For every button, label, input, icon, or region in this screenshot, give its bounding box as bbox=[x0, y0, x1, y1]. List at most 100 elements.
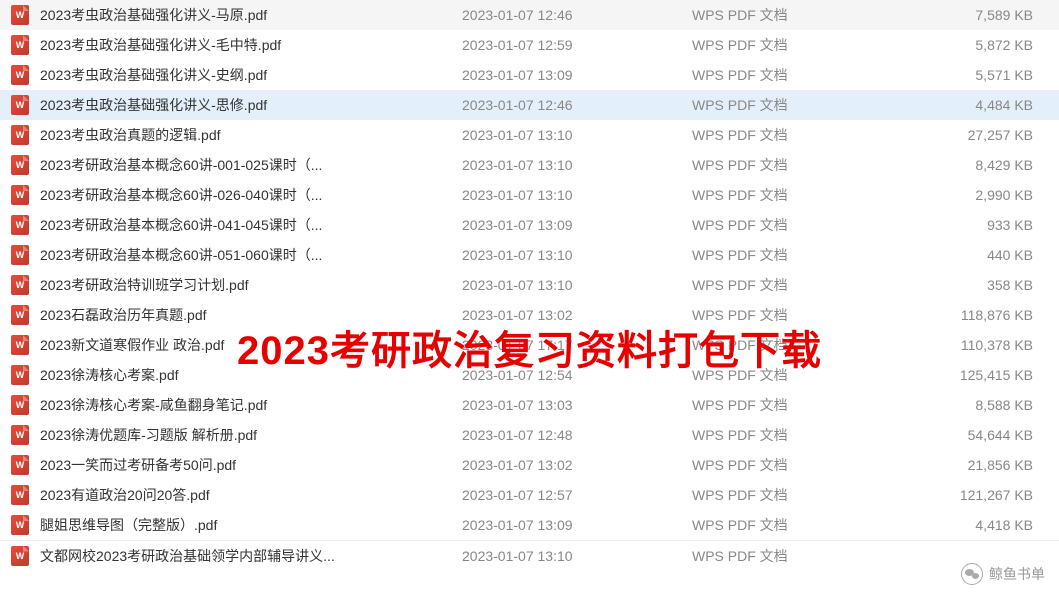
file-row[interactable]: 2023考虫政治真题的逻辑.pdf2023-01-07 13:10WPS PDF… bbox=[0, 120, 1059, 150]
file-date: 2023-01-07 13:09 bbox=[462, 67, 692, 83]
file-type: WPS PDF 文档 bbox=[692, 185, 892, 205]
pdf-icon bbox=[11, 395, 29, 415]
file-row[interactable]: 2023考研政治基本概念60讲-001-025课时（...2023-01-07 … bbox=[0, 150, 1059, 180]
file-row[interactable]: 腿姐思维导图（完整版）.pdf2023-01-07 13:09WPS PDF 文… bbox=[0, 510, 1059, 540]
file-size: 2,990 KB bbox=[892, 187, 1051, 203]
file-row[interactable]: 2023一笑而过考研备考50问.pdf2023-01-07 13:02WPS P… bbox=[0, 450, 1059, 480]
file-size: 7,589 KB bbox=[892, 7, 1051, 23]
file-name: 2023有道政治20问20答.pdf bbox=[32, 485, 462, 505]
file-row[interactable]: 2023考虫政治基础强化讲义-史纲.pdf2023-01-07 13:09WPS… bbox=[0, 60, 1059, 90]
file-size: 933 KB bbox=[892, 217, 1051, 233]
file-size: 5,872 KB bbox=[892, 37, 1051, 53]
pdf-icon bbox=[11, 335, 29, 355]
file-name: 2023石磊政治历年真题.pdf bbox=[32, 305, 462, 325]
file-icon-cell bbox=[8, 365, 32, 385]
file-icon-cell bbox=[8, 485, 32, 505]
pdf-icon bbox=[11, 245, 29, 265]
file-icon-cell bbox=[8, 155, 32, 175]
file-date: 2023-01-07 12:57 bbox=[462, 487, 692, 503]
file-type: WPS PDF 文档 bbox=[692, 5, 892, 25]
file-row[interactable]: 2023徐涛优题库-习题版 解析册.pdf2023-01-07 12:48WPS… bbox=[0, 420, 1059, 450]
file-date: 2023-01-07 13:09 bbox=[462, 517, 692, 533]
file-type: WPS PDF 文档 bbox=[692, 35, 892, 55]
file-name: 2023徐涛优题库-习题版 解析册.pdf bbox=[32, 425, 462, 445]
file-row[interactable]: 2023考虫政治基础强化讲义-思修.pdf2023-01-07 12:46WPS… bbox=[0, 90, 1059, 120]
file-icon-cell bbox=[8, 395, 32, 415]
file-size: 21,856 KB bbox=[892, 457, 1051, 473]
file-date: 2023-01-07 13:10 bbox=[462, 187, 692, 203]
file-name: 2023考研政治基本概念60讲-041-045课时（... bbox=[32, 215, 462, 235]
file-size: 121,267 KB bbox=[892, 487, 1051, 503]
file-type: WPS PDF 文档 bbox=[692, 335, 892, 355]
file-name: 2023考虫政治真题的逻辑.pdf bbox=[32, 125, 462, 145]
file-type: WPS PDF 文档 bbox=[692, 215, 892, 235]
file-icon-cell bbox=[8, 35, 32, 55]
file-type: WPS PDF 文档 bbox=[692, 95, 892, 115]
file-row[interactable]: 文都网校2023考研政治基础领学内部辅导讲义...2023-01-07 13:1… bbox=[0, 540, 1059, 570]
file-name: 2023一笑而过考研备考50问.pdf bbox=[32, 455, 462, 475]
file-icon-cell bbox=[8, 125, 32, 145]
file-row[interactable]: 2023考研政治基本概念60讲-041-045课时（...2023-01-07 … bbox=[0, 210, 1059, 240]
file-row[interactable]: 2023徐涛核心考案.pdf2023-01-07 12:54WPS PDF 文档… bbox=[0, 360, 1059, 390]
file-size: 8,588 KB bbox=[892, 397, 1051, 413]
file-date: 2023-01-07 13:02 bbox=[462, 457, 692, 473]
file-date: 2023-01-07 12:46 bbox=[462, 7, 692, 23]
file-icon-cell bbox=[8, 95, 32, 115]
file-row[interactable]: 2023徐涛核心考案-咸鱼翻身笔记.pdf2023-01-07 13:03WPS… bbox=[0, 390, 1059, 420]
file-type: WPS PDF 文档 bbox=[692, 275, 892, 295]
file-type: WPS PDF 文档 bbox=[692, 485, 892, 505]
file-type: WPS PDF 文档 bbox=[692, 155, 892, 175]
file-size: 118,876 KB bbox=[892, 307, 1051, 323]
file-date: 2023-01-07 17:17 bbox=[462, 337, 692, 353]
file-type: WPS PDF 文档 bbox=[692, 515, 892, 535]
file-row[interactable]: 2023考研政治特训班学习计划.pdf2023-01-07 13:10WPS P… bbox=[0, 270, 1059, 300]
file-size: 110,378 KB bbox=[892, 337, 1051, 353]
pdf-icon bbox=[11, 215, 29, 235]
file-icon-cell bbox=[8, 515, 32, 535]
file-icon-cell bbox=[8, 275, 32, 295]
file-type: WPS PDF 文档 bbox=[692, 546, 892, 566]
file-name: 2023考研政治基本概念60讲-001-025课时（... bbox=[32, 155, 462, 175]
file-name: 腿姐思维导图（完整版）.pdf bbox=[32, 515, 462, 535]
file-icon-cell bbox=[8, 5, 32, 25]
file-row[interactable]: 2023考虫政治基础强化讲义-马原.pdf2023-01-07 12:46WPS… bbox=[0, 0, 1059, 30]
pdf-icon bbox=[11, 185, 29, 205]
file-date: 2023-01-07 12:59 bbox=[462, 37, 692, 53]
file-name: 2023考研政治基本概念60讲-026-040课时（... bbox=[32, 185, 462, 205]
file-icon-cell bbox=[8, 245, 32, 265]
pdf-icon bbox=[11, 95, 29, 115]
file-row[interactable]: 2023石磊政治历年真题.pdf2023-01-07 13:02WPS PDF … bbox=[0, 300, 1059, 330]
file-name: 2023徐涛核心考案-咸鱼翻身笔记.pdf bbox=[32, 395, 462, 415]
file-date: 2023-01-07 13:09 bbox=[462, 217, 692, 233]
file-type: WPS PDF 文档 bbox=[692, 425, 892, 445]
file-date: 2023-01-07 12:54 bbox=[462, 367, 692, 383]
file-icon-cell bbox=[8, 335, 32, 355]
file-size: 4,484 KB bbox=[892, 97, 1051, 113]
file-row[interactable]: 2023考研政治基本概念60讲-051-060课时（...2023-01-07 … bbox=[0, 240, 1059, 270]
file-icon-cell bbox=[8, 305, 32, 325]
file-name: 文都网校2023考研政治基础领学内部辅导讲义... bbox=[32, 546, 462, 566]
file-name: 2023考虫政治基础强化讲义-思修.pdf bbox=[32, 95, 462, 115]
pdf-icon bbox=[11, 455, 29, 475]
file-date: 2023-01-07 13:02 bbox=[462, 307, 692, 323]
file-date: 2023-01-07 13:10 bbox=[462, 247, 692, 263]
file-name: 2023考虫政治基础强化讲义-毛中特.pdf bbox=[32, 35, 462, 55]
file-name: 2023考虫政治基础强化讲义-马原.pdf bbox=[32, 5, 462, 25]
file-row[interactable]: 2023新文道寒假作业 政治.pdf2023-01-07 17:17WPS PD… bbox=[0, 330, 1059, 360]
file-date: 2023-01-07 13:10 bbox=[462, 127, 692, 143]
file-date: 2023-01-07 12:48 bbox=[462, 427, 692, 443]
pdf-icon bbox=[11, 515, 29, 535]
file-type: WPS PDF 文档 bbox=[692, 455, 892, 475]
file-size: 5,571 KB bbox=[892, 67, 1051, 83]
pdf-icon bbox=[11, 425, 29, 445]
file-icon-cell bbox=[8, 455, 32, 475]
pdf-icon bbox=[11, 125, 29, 145]
file-row[interactable]: 2023有道政治20问20答.pdf2023-01-07 12:57WPS PD… bbox=[0, 480, 1059, 510]
file-row[interactable]: 2023考研政治基本概念60讲-026-040课时（...2023-01-07 … bbox=[0, 180, 1059, 210]
file-icon-cell bbox=[8, 425, 32, 445]
file-row[interactable]: 2023考虫政治基础强化讲义-毛中特.pdf2023-01-07 12:59WP… bbox=[0, 30, 1059, 60]
file-type: WPS PDF 文档 bbox=[692, 365, 892, 385]
pdf-icon bbox=[11, 65, 29, 85]
file-size: 440 KB bbox=[892, 247, 1051, 263]
file-name: 2023考研政治基本概念60讲-051-060课时（... bbox=[32, 245, 462, 265]
